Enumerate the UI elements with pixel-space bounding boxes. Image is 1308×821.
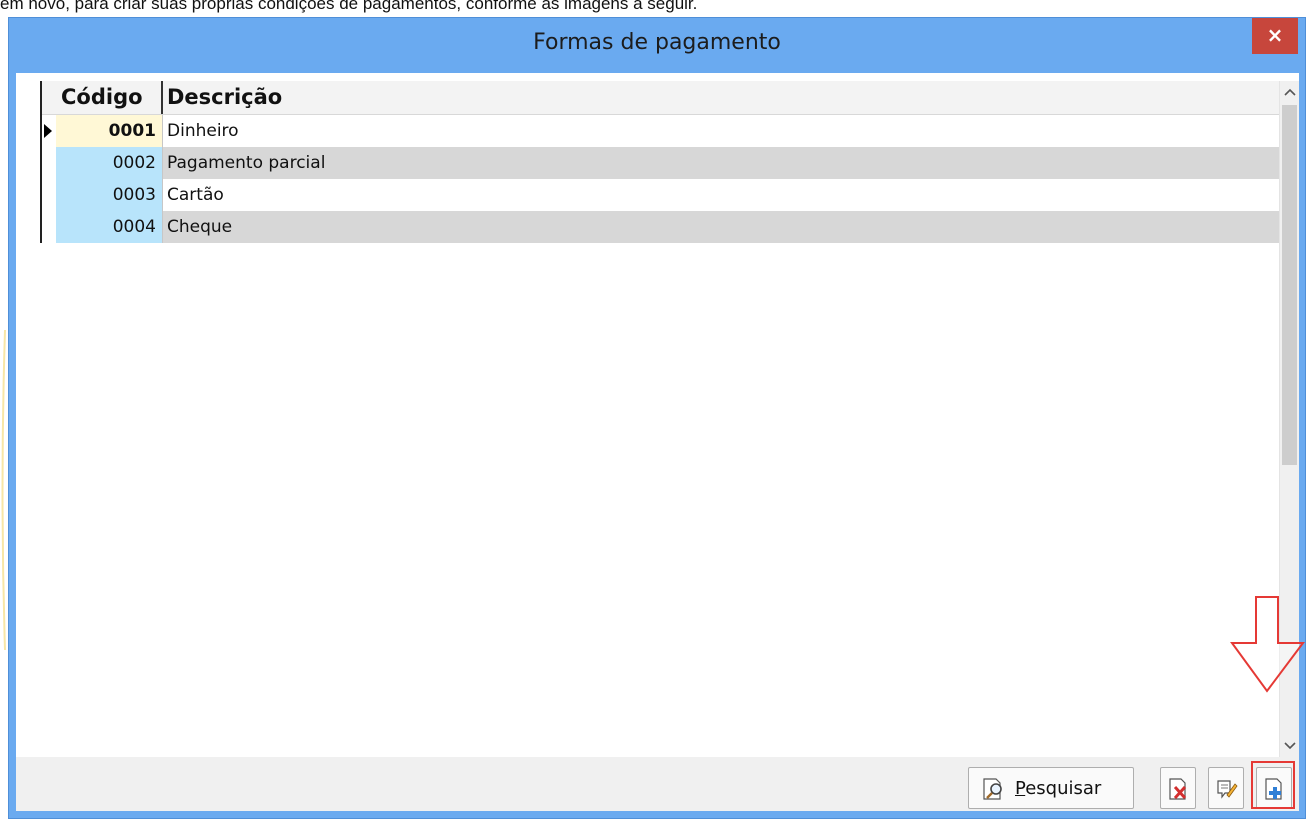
- table-row[interactable]: 0003 Cartão: [42, 179, 1282, 211]
- close-button[interactable]: ×: [1252, 18, 1298, 54]
- cell-description[interactable]: Cheque: [163, 211, 1282, 243]
- payment-methods-window: Formas de pagamento × Código Descrição 0…: [8, 17, 1306, 819]
- delete-record-icon: [1169, 778, 1187, 800]
- annotation-highlight-box: [1251, 761, 1295, 809]
- cell-description[interactable]: Cartão: [163, 179, 1282, 211]
- row-indicator: [42, 179, 56, 211]
- bottom-toolbar: Pesquisar: [16, 757, 1299, 811]
- table-row[interactable]: 0001 Dinheiro: [42, 115, 1282, 147]
- row-indicator: [42, 115, 56, 147]
- search-button[interactable]: Pesquisar: [968, 767, 1134, 809]
- table-row[interactable]: 0004 Cheque: [42, 211, 1282, 243]
- column-header-code[interactable]: Código: [56, 81, 163, 114]
- cell-code[interactable]: 0001: [56, 115, 163, 147]
- column-header-description[interactable]: Descrição: [163, 81, 1282, 114]
- grid-header: Código Descrição: [42, 81, 1282, 115]
- window-client-area: Código Descrição 0001 Dinheiro 0002 Paga…: [16, 73, 1299, 811]
- table-row[interactable]: 0002 Pagamento parcial: [42, 147, 1282, 179]
- row-indicator: [42, 147, 56, 179]
- cell-code[interactable]: 0004: [56, 211, 163, 243]
- edit-record-button[interactable]: [1208, 767, 1244, 809]
- row-indicator: [42, 211, 56, 243]
- search-button-label: Pesquisar: [1015, 778, 1102, 799]
- edit-record-icon: [1217, 780, 1238, 799]
- scroll-down-icon[interactable]: [1280, 735, 1299, 757]
- background-edge-decoration: [0, 329, 6, 651]
- document-caption: em novo, para criar suas próprias condiç…: [0, 0, 698, 13]
- delete-record-button[interactable]: [1160, 767, 1196, 809]
- grid-area: Código Descrição 0001 Dinheiro 0002 Paga…: [16, 73, 1299, 757]
- window-title: Formas de pagamento: [533, 30, 781, 55]
- cell-code[interactable]: 0002: [56, 147, 163, 179]
- cell-description[interactable]: Dinheiro: [163, 115, 1282, 147]
- annotation-arrow-icon: [1230, 596, 1305, 693]
- row-indicator-header: [42, 81, 56, 114]
- title-bar[interactable]: Formas de pagamento ×: [9, 18, 1305, 73]
- scrollbar-thumb[interactable]: [1282, 105, 1297, 465]
- cell-code[interactable]: 0003: [56, 179, 163, 211]
- cell-description[interactable]: Pagamento parcial: [163, 147, 1282, 179]
- magnifier-icon: [983, 778, 1002, 800]
- current-row-arrow-icon: [44, 124, 52, 138]
- scroll-up-icon[interactable]: [1280, 81, 1299, 103]
- payment-methods-grid: Código Descrição 0001 Dinheiro 0002 Paga…: [40, 81, 1282, 243]
